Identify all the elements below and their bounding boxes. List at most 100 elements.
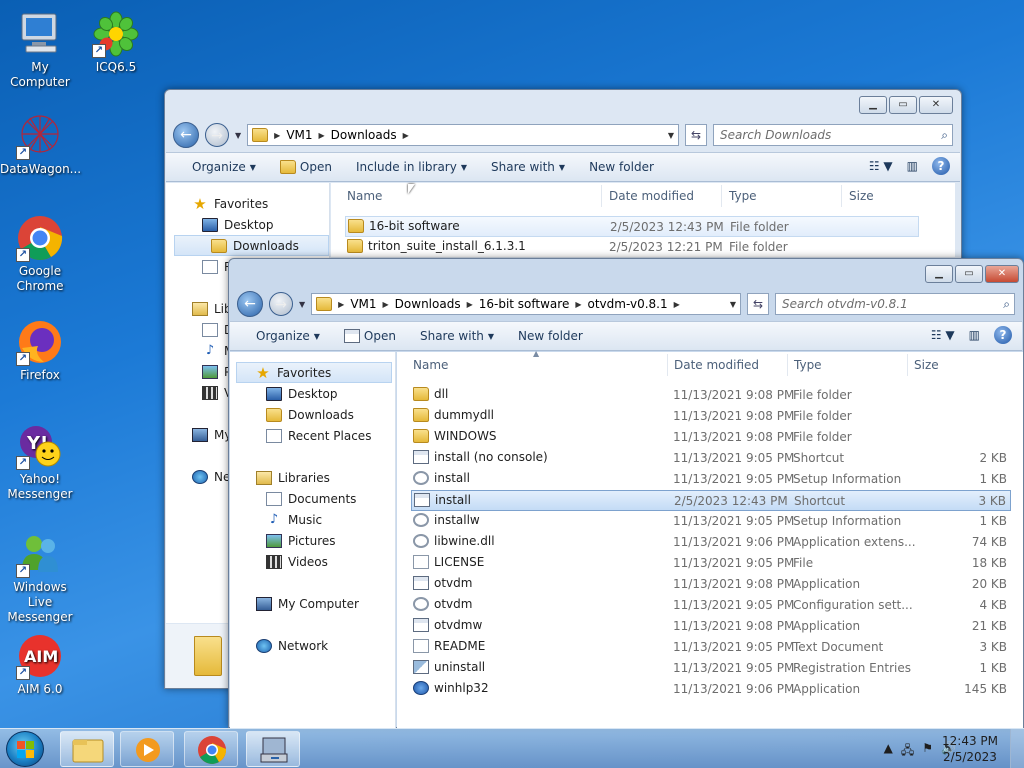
desktop-icon-firefox[interactable]: ↗ Firefox: [0, 318, 80, 383]
desktop-icon-chrome[interactable]: ↗ Google Chrome: [0, 214, 80, 294]
breadcrumb-vm1[interactable]: VM1: [350, 297, 376, 311]
open-button[interactable]: Open: [332, 329, 408, 343]
nav-downloads[interactable]: Downloads: [174, 235, 329, 256]
table-row[interactable]: installw 11/13/2021 9:05 PM Setup Informat…: [411, 511, 1011, 532]
column-divider[interactable]: [841, 185, 842, 207]
chevron-right-icon[interactable]: ▶: [674, 300, 680, 309]
table-row[interactable]: dll 11/13/2021 9:08 PM File folder: [411, 385, 1011, 406]
nav-favorites[interactable]: ★ Favorites: [166, 193, 329, 214]
refresh-button[interactable]: ⇆: [685, 124, 707, 146]
search-icon[interactable]: ⌕: [1003, 297, 1014, 312]
taskbar-explorer-button[interactable]: [60, 731, 114, 767]
chevron-right-icon[interactable]: ▶: [575, 300, 581, 309]
nav-desktop[interactable]: Desktop: [230, 383, 395, 404]
network-tray-icon[interactable]: 🖧: [901, 741, 914, 762]
table-row[interactable]: libwine.dll 11/13/2021 9:06 PM Application…: [411, 532, 1011, 553]
show-hidden-icons-icon[interactable]: ▲: [884, 741, 893, 762]
table-row[interactable]: WINDOWS 11/13/2021 9:08 PM File folder: [411, 427, 1011, 448]
column-header-type[interactable]: Type: [729, 183, 757, 209]
address-dropdown-icon[interactable]: ▼: [668, 131, 678, 140]
address-bar[interactable]: ▶ VM1 ▶ Downloads ▶ 16-bit software ▶ ot…: [311, 293, 741, 315]
column-divider[interactable]: [721, 185, 722, 207]
search-input[interactable]: Search Downloads ⌕: [713, 124, 953, 146]
forward-button[interactable]: →: [269, 292, 293, 316]
help-icon[interactable]: ?: [932, 157, 950, 175]
table-row[interactable]: install (no console) 11/13/2021 9:05 PM Sh…: [411, 448, 1011, 469]
maximize-button[interactable]: ▭: [955, 265, 983, 283]
column-header-name[interactable]: Name: [413, 352, 448, 378]
breadcrumb-downloads[interactable]: Downloads: [395, 297, 461, 311]
nav-pictures[interactable]: Pictures: [230, 530, 395, 551]
column-divider[interactable]: [787, 354, 788, 376]
taskbar-media-player-button[interactable]: [120, 731, 174, 767]
preview-pane-icon[interactable]: ▥: [969, 328, 980, 342]
table-row[interactable]: otvdm 11/13/2021 9:05 PM Configuration set…: [411, 595, 1011, 616]
column-divider[interactable]: [667, 354, 668, 376]
breadcrumb-16-bit-software[interactable]: 16-bit software: [479, 297, 570, 311]
breadcrumb-vm1[interactable]: VM1: [286, 128, 312, 142]
chevron-right-icon[interactable]: ▶: [403, 131, 409, 140]
clock[interactable]: 12:43 PM 2/5/2023: [942, 733, 998, 765]
maximize-button[interactable]: ▭: [889, 96, 917, 114]
nav-videos[interactable]: Videos: [230, 551, 395, 572]
show-desktop-button[interactable]: [1010, 729, 1024, 768]
new-folder-button[interactable]: New folder: [577, 160, 666, 174]
chevron-right-icon[interactable]: ▶: [383, 300, 389, 309]
taskbar-setup-program-button[interactable]: [246, 731, 300, 767]
search-input[interactable]: Search otvdm-v0.8.1 ⌕: [775, 293, 1015, 315]
desktop-icon-aim[interactable]: AIM ↗ AIM 6.0: [0, 632, 80, 697]
column-divider[interactable]: [907, 354, 908, 376]
column-header-type[interactable]: Type: [794, 352, 822, 378]
nav-libraries[interactable]: Libraries: [230, 467, 395, 488]
start-orb-icon[interactable]: [6, 731, 44, 767]
desktop-icon-windows-live-messenger[interactable]: ↗ Windows Live Messenger: [0, 530, 80, 625]
table-row[interactable]: triton_suite_install_6.1.3.1 2/5/2023 12…: [345, 237, 955, 258]
address-dropdown-icon[interactable]: ▼: [730, 300, 740, 309]
open-button[interactable]: Open: [268, 160, 344, 174]
search-icon[interactable]: ⌕: [941, 128, 952, 143]
table-row[interactable]: uninstall 11/13/2021 9:05 PM Registration …: [411, 658, 1011, 679]
column-header-size[interactable]: Size: [914, 352, 939, 378]
column-divider[interactable]: [601, 185, 602, 207]
desktop-icon-my-computer[interactable]: My Computer: [0, 10, 80, 90]
table-row[interactable]: README 11/13/2021 9:05 PM Text Document 3 K…: [411, 637, 1011, 658]
column-header-date[interactable]: Date modified: [674, 352, 759, 378]
recent-pages-dropdown[interactable]: ▼: [299, 300, 305, 309]
desktop-icon-yahoo-messenger[interactable]: Y! ↗ Yahoo! Messenger: [0, 422, 80, 502]
chevron-right-icon[interactable]: ▶: [467, 300, 473, 309]
nav-favorites[interactable]: ★ Favorites: [236, 362, 392, 383]
table-row[interactable]: install 11/13/2021 9:05 PM Setup Informati…: [411, 469, 1011, 490]
chevron-right-icon[interactable]: ▶: [319, 131, 325, 140]
nav-music[interactable]: ♪ Music: [230, 509, 395, 530]
explorer-window-otvdm[interactable]: ▁ ▭ ✕ ← → ▼ ▶ VM1 ▶ Downloads ▶ 16-bit s…: [228, 258, 1024, 728]
close-button[interactable]: ✕: [985, 265, 1019, 283]
address-bar[interactable]: ▶ VM1 ▶ Downloads ▶ ▼: [247, 124, 679, 146]
preview-pane-icon[interactable]: ▥: [907, 159, 918, 173]
action-center-icon[interactable]: ⚑: [922, 741, 933, 762]
table-row[interactable]: install 2/5/2023 12:43 PM Shortcut 3 KB: [411, 490, 1011, 511]
desktop-icon-icq[interactable]: ↗ ICQ6.5: [76, 10, 156, 75]
view-options-icon[interactable]: ☷ ▼: [869, 159, 893, 173]
table-row[interactable]: LICENSE 11/13/2021 9:05 PM File 18 KB: [411, 553, 1011, 574]
nav-my-computer[interactable]: My Computer: [230, 593, 395, 614]
refresh-button[interactable]: ⇆: [747, 293, 769, 315]
column-header-size[interactable]: Size: [849, 183, 874, 209]
minimize-button[interactable]: ▁: [925, 265, 953, 283]
taskbar-chrome-button[interactable]: [184, 731, 238, 767]
share-with-button[interactable]: Share with ▼: [408, 329, 506, 343]
breadcrumb-downloads[interactable]: Downloads: [331, 128, 397, 142]
column-header-name[interactable]: Name: [347, 183, 382, 209]
minimize-button[interactable]: ▁: [859, 96, 887, 114]
nav-downloads[interactable]: Downloads: [230, 404, 395, 425]
nav-documents[interactable]: Documents: [230, 488, 395, 509]
close-button[interactable]: ✕: [919, 96, 953, 114]
column-header-date[interactable]: Date modified: [609, 183, 694, 209]
new-folder-button[interactable]: New folder: [506, 329, 595, 343]
table-row[interactable]: otvdm 11/13/2021 9:08 PM Application 20 KB: [411, 574, 1011, 595]
nav-desktop[interactable]: Desktop: [166, 214, 329, 235]
table-row[interactable]: 16-bit software 2/5/2023 12:43 PM File f…: [345, 216, 919, 237]
forward-button[interactable]: →: [205, 123, 229, 147]
recent-pages-dropdown[interactable]: ▼: [235, 131, 241, 140]
back-button[interactable]: ←: [173, 122, 199, 148]
table-row[interactable]: winhlp32 11/13/2021 9:06 PM Application 145…: [411, 679, 1011, 700]
